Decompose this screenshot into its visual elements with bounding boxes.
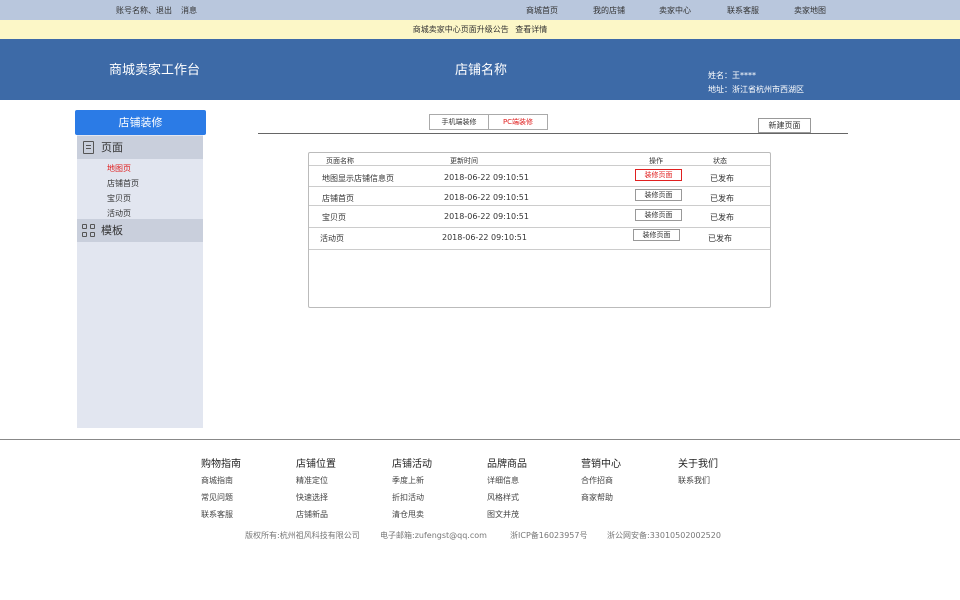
footer-heading: 品牌商品: [487, 459, 527, 470]
seller-address: 地址：浙江省杭州市西湖区: [708, 85, 804, 94]
footer-heading: 店铺活动: [392, 459, 432, 470]
top-bar: 账号名称、退出 消息 商城首页 我的店铺 卖家中心 联系客服 卖家地图: [0, 0, 960, 20]
decorate-page-button[interactable]: 装修页面: [635, 189, 682, 201]
header-divider: [309, 165, 770, 166]
footer-column-about: 关于我们 联系我们: [678, 455, 718, 492]
sidebar-item-shop-home[interactable]: 店铺首页: [107, 178, 139, 189]
footer-column-shop-activities: 店铺活动 季度上新 折扣活动 清仓甩卖: [392, 455, 432, 526]
row-status: 已发布: [710, 194, 734, 203]
decorate-page-button[interactable]: 装修页面: [635, 209, 682, 221]
sidebar-section-pages-label: 页面: [101, 141, 123, 154]
footer-link[interactable]: 季度上新: [392, 475, 432, 486]
footer-column-shopping-guide: 购物指南 商城指南 常见问题 联系客服: [201, 455, 241, 526]
sidebar-item-map-page[interactable]: 地图页: [107, 163, 131, 174]
footer-link[interactable]: 联系客服: [201, 509, 241, 520]
tabs-divider: [258, 133, 848, 134]
footer-link[interactable]: 店铺新品: [296, 509, 336, 520]
row-update-time: 2018-06-22 09:10:51: [442, 233, 527, 242]
footer-link[interactable]: 快速选择: [296, 492, 336, 503]
footer-icp: 浙ICP备16023957号: [510, 531, 588, 540]
top-link-my-shop[interactable]: 我的店铺: [593, 5, 625, 16]
row-status: 已发布: [710, 213, 734, 222]
footer-heading: 营销中心: [581, 459, 621, 470]
footer-link[interactable]: 联系我们: [678, 475, 718, 486]
sidebar-item-item-page[interactable]: 宝贝页: [107, 193, 131, 204]
row-update-time: 2018-06-22 09:10:51: [444, 193, 529, 202]
workbench-title: 商城卖家工作台: [109, 63, 201, 78]
grid-icon: [82, 224, 96, 238]
row-update-time: 2018-06-22 09:10:51: [444, 173, 529, 182]
row-status: 已发布: [710, 174, 734, 183]
footer-link[interactable]: 精准定位: [296, 475, 336, 486]
row-page-name: 宝贝页: [322, 213, 346, 222]
document-icon: [83, 141, 94, 154]
footer-link[interactable]: 详细信息: [487, 475, 527, 486]
footer-column-marketing: 营销中心 合作招商 商家帮助: [581, 455, 621, 509]
footer-police-record: 浙公网安备:33010502002520: [607, 531, 721, 540]
footer-link[interactable]: 合作招商: [581, 475, 621, 486]
tab-pc-decoration[interactable]: PC端装修: [488, 114, 548, 130]
notice-bar: 商城卖家中心页面升级公告 查看详情: [0, 20, 960, 39]
footer-column-shop-location: 店铺位置 精准定位 快速选择 店铺新品: [296, 455, 336, 526]
footer-divider: [0, 439, 960, 440]
footer-link[interactable]: 折扣活动: [392, 492, 432, 503]
sidebar-section-templates[interactable]: 模板: [77, 219, 203, 242]
messages-link[interactable]: 消息: [181, 5, 197, 16]
footer-column-brand-products: 品牌商品 详细信息 风格样式 图文并茂: [487, 455, 527, 526]
top-link-seller-map[interactable]: 卖家地图: [794, 5, 826, 16]
row-divider: [309, 227, 770, 228]
new-page-button[interactable]: 新建页面: [758, 118, 811, 133]
row-page-name: 地图显示店铺信息页: [322, 174, 394, 183]
top-link-contact-service[interactable]: 联系客服: [727, 5, 759, 16]
decorate-page-button[interactable]: 装修页面: [635, 169, 682, 181]
row-page-name: 活动页: [320, 234, 344, 243]
pages-table: 页面名称 更新时间 操作 状态 地图显示店铺信息页 2018-06-22 09:…: [308, 152, 771, 308]
header-banner: 商城卖家工作台 店铺名称 姓名：王**** 地址：浙江省杭州市西湖区: [0, 39, 960, 100]
footer-email: 电子邮箱:zufengst@qq.com: [380, 531, 487, 540]
sidebar-section-templates-label: 模板: [101, 224, 123, 237]
sidebar-section-pages[interactable]: 页面: [77, 136, 203, 159]
footer-heading: 店铺位置: [296, 459, 336, 470]
footer-link[interactable]: 清仓甩卖: [392, 509, 432, 520]
row-status: 已发布: [708, 234, 732, 243]
footer-link[interactable]: 商家帮助: [581, 492, 621, 503]
footer-heading: 购物指南: [201, 459, 241, 470]
row-divider: [309, 186, 770, 187]
notice-detail-link[interactable]: 查看详情: [515, 25, 547, 34]
shop-name: 店铺名称: [455, 63, 508, 78]
row-page-name: 店铺首页: [322, 194, 354, 203]
footer-link[interactable]: 图文并茂: [487, 509, 527, 520]
row-update-time: 2018-06-22 09:10:51: [444, 212, 529, 221]
footer-heading: 关于我们: [678, 459, 718, 470]
row-divider: [309, 249, 770, 250]
top-link-mall-home[interactable]: 商城首页: [526, 5, 558, 16]
footer-link[interactable]: 常见问题: [201, 492, 241, 503]
account-logout-link[interactable]: 账号名称、退出: [116, 5, 172, 16]
sidebar-title-shop-decoration[interactable]: 店铺装修: [75, 110, 206, 135]
decorate-page-button[interactable]: 装修页面: [633, 229, 680, 241]
tab-mobile-decoration[interactable]: 手机端装修: [429, 114, 489, 130]
footer-link[interactable]: 风格样式: [487, 492, 527, 503]
notice-text: 商城卖家中心页面升级公告: [412, 25, 509, 34]
footer-copyright: 版权所有:杭州祖风科技有限公司: [245, 531, 360, 540]
seller-name: 姓名：王****: [708, 71, 756, 80]
footer-link[interactable]: 商城指南: [201, 475, 241, 486]
sidebar-item-activity-page[interactable]: 活动页: [107, 208, 131, 219]
top-link-seller-center[interactable]: 卖家中心: [659, 5, 691, 16]
row-divider: [309, 205, 770, 206]
